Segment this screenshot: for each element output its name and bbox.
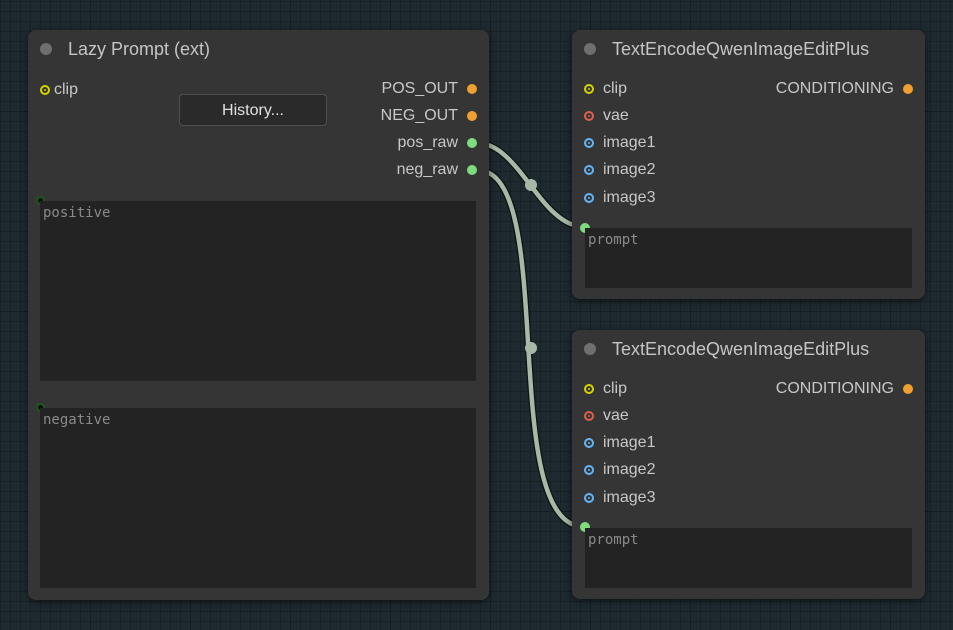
conditioning-socket-icon[interactable] [903,84,913,94]
neg-raw-socket-icon[interactable] [467,165,477,175]
clip-socket-icon[interactable] [584,84,594,94]
collapse-dot-icon[interactable] [584,43,596,55]
conditioning-socket-icon[interactable] [903,384,913,394]
node-header[interactable]: TextEncodeQwenImageEditPlus [572,30,925,68]
node-title: TextEncodeQwenImageEditPlus [612,339,870,359]
input-slot-vae[interactable]: vae [576,407,696,425]
lazy-prompt-node[interactable]: Lazy Prompt (ext) clip History... POS_OU… [28,30,489,600]
output-slot-conditioning[interactable]: CONDITIONING [721,80,921,98]
clip-socket-icon[interactable] [584,384,594,394]
input-slot-image1[interactable]: image1 [576,434,696,452]
collapse-dot-icon[interactable] [584,343,596,355]
image-socket-icon[interactable] [584,138,594,148]
pos-raw-socket-icon[interactable] [467,138,477,148]
negative-textarea[interactable] [40,408,476,588]
input-slot-image3[interactable]: image3 [576,489,696,507]
image-socket-icon[interactable] [584,165,594,175]
node-header[interactable]: Lazy Prompt (ext) [28,30,489,68]
input-slot-image3[interactable]: image3 [576,189,696,207]
input-slot-clip[interactable]: clip [576,80,696,98]
output-slot-conditioning[interactable]: CONDITIONING [721,380,921,398]
output-slot-neg-raw[interactable]: neg_raw [285,161,485,179]
link-midpoint-dot[interactable] [525,179,537,191]
link-midpoint-dot[interactable] [525,342,537,354]
pos-out-socket-icon[interactable] [467,84,477,94]
output-slot-pos-raw[interactable]: pos_raw [285,134,485,152]
input-slot-clip[interactable]: clip [576,380,696,398]
input-slot-image2[interactable]: image2 [576,461,696,479]
output-slot-neg-out[interactable]: NEG_OUT [285,107,485,125]
output-slot-pos-out[interactable]: POS_OUT [285,80,485,98]
collapse-dot-icon[interactable] [40,43,52,55]
node-header[interactable]: TextEncodeQwenImageEditPlus [572,330,925,368]
image-socket-icon[interactable] [584,493,594,503]
clip-socket-icon[interactable] [40,85,50,95]
input-slot-vae[interactable]: vae [576,107,696,125]
prompt-textarea[interactable] [585,228,912,288]
vae-socket-icon[interactable] [584,411,594,421]
positive-textarea[interactable] [40,201,476,381]
text-encode-node-bottom[interactable]: TextEncodeQwenImageEditPlus clip vae ima… [572,330,925,599]
input-slot-clip[interactable]: clip [32,81,152,99]
input-slot-image1[interactable]: image1 [576,134,696,152]
image-socket-icon[interactable] [584,438,594,448]
image-socket-icon[interactable] [584,193,594,203]
neg-out-socket-icon[interactable] [467,111,477,121]
vae-socket-icon[interactable] [584,111,594,121]
text-encode-node-top[interactable]: TextEncodeQwenImageEditPlus clip vae ima… [572,30,925,299]
node-title: Lazy Prompt (ext) [68,39,211,59]
input-slot-image2[interactable]: image2 [576,161,696,179]
prompt-textarea[interactable] [585,528,912,588]
image-socket-icon[interactable] [584,465,594,475]
node-title: TextEncodeQwenImageEditPlus [612,39,870,59]
